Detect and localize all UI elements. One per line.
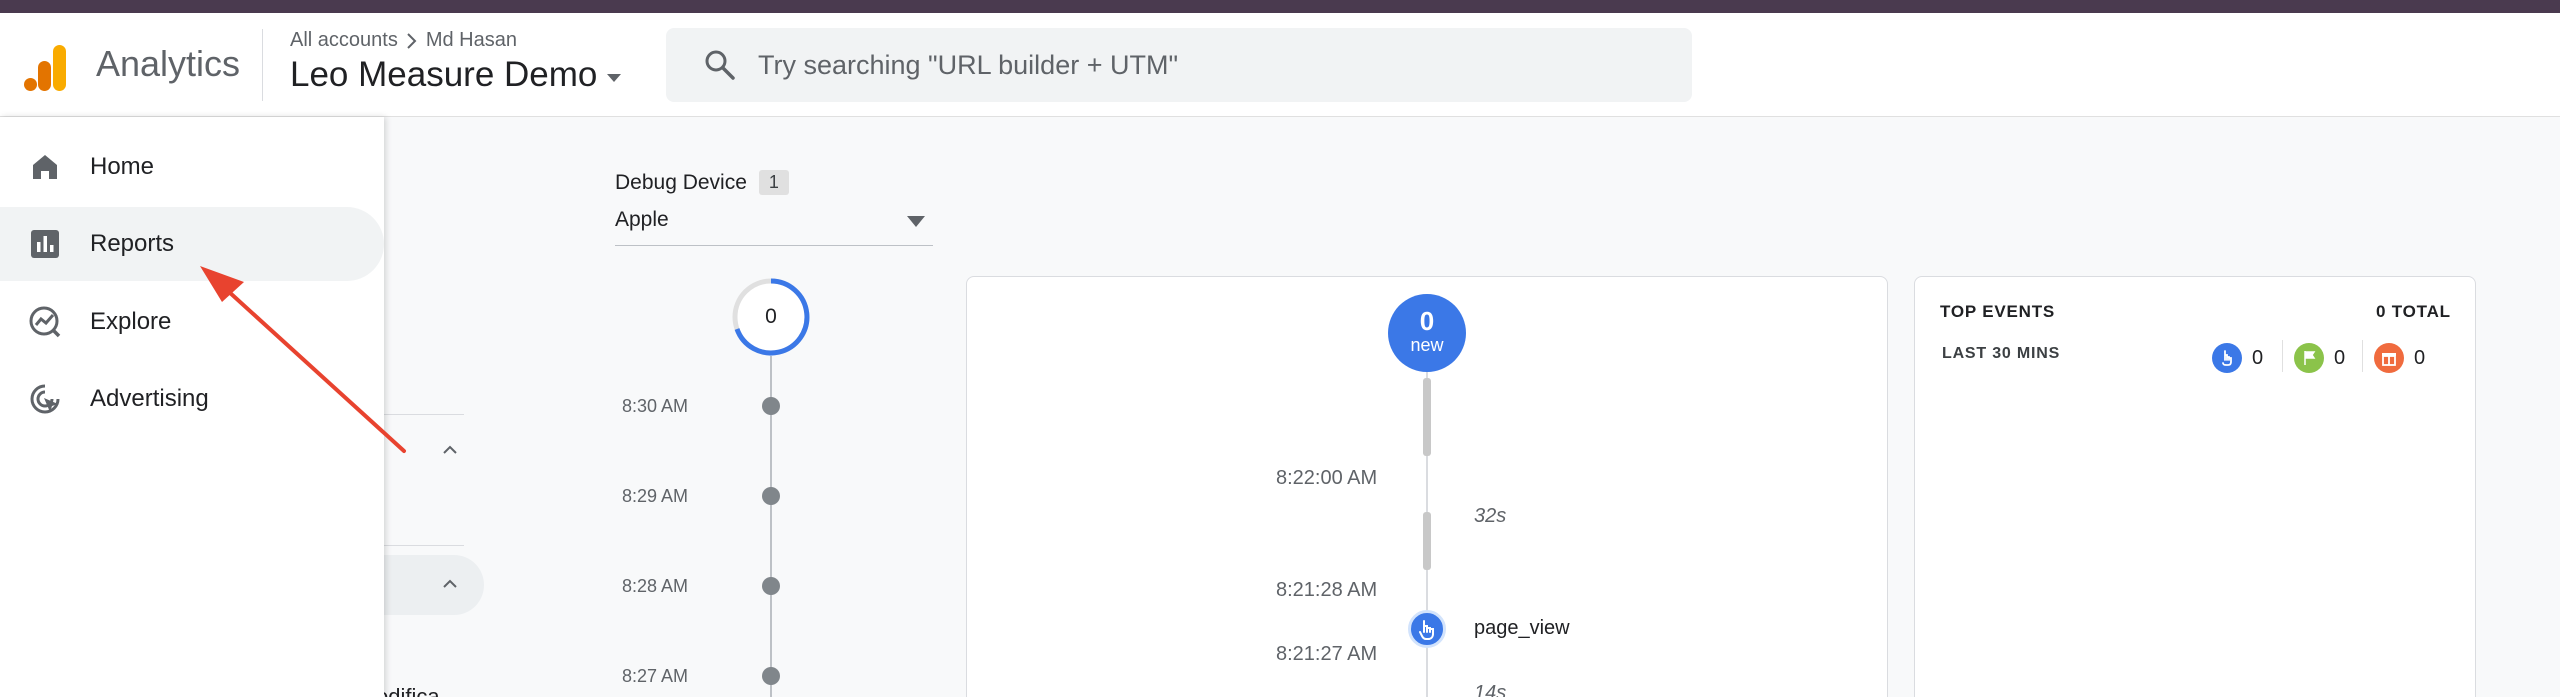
seconds-gap: 32s — [1474, 505, 1507, 527]
truncated-text: odifica — [376, 684, 440, 697]
timeline-segment — [1423, 378, 1431, 456]
sidebar-item-label: Home — [90, 153, 155, 180]
sidebar-item-label: Advertising — [90, 385, 209, 412]
event-count-value: 0 — [2414, 346, 2426, 369]
advertising-icon — [30, 384, 60, 414]
breadcrumb-root[interactable]: All accounts — [290, 29, 398, 52]
section-header-pill[interactable] — [384, 555, 484, 615]
property-selector[interactable]: Leo Measure Demo — [290, 55, 622, 95]
analytics-logo-icon[interactable] — [24, 43, 68, 93]
minute-dot[interactable] — [762, 667, 780, 685]
new-events-bubble[interactable]: 0 new — [1388, 294, 1466, 372]
property-name[interactable]: Leo Measure Demo — [290, 55, 597, 95]
event-count-flag[interactable]: 0 — [2294, 343, 2345, 373]
touch-icon — [1419, 620, 1434, 640]
seconds-timestamp: 8:21:28 AM — [1276, 579, 1378, 601]
chevron-up-icon[interactable] — [440, 574, 460, 594]
side-navigation: Home Reports Explore Advertising — [0, 117, 384, 697]
top-events-card — [1914, 276, 2476, 697]
minute-label: 8:27 AM — [622, 666, 689, 686]
explore-icon — [29, 306, 61, 338]
top-events-title: TOP EVENTS — [1940, 302, 2056, 321]
sidebar-item-advertising[interactable]: Advertising — [0, 362, 384, 436]
sidebar-item-reports[interactable]: Reports — [0, 207, 384, 281]
header: Analytics All accounts Md Hasan Leo Meas… — [0, 13, 2560, 117]
reports-icon — [31, 230, 59, 258]
caret-down-icon[interactable] — [607, 74, 622, 82]
event-count-separator — [2282, 340, 2283, 372]
seconds-gap: 14s — [1474, 682, 1507, 697]
section-divider — [384, 545, 464, 546]
touch-icon — [2212, 343, 2242, 373]
event-count-value: 0 — [2252, 346, 2264, 369]
dropdown-arrow-icon[interactable] — [907, 216, 925, 227]
chevron-up-icon[interactable] — [440, 440, 460, 460]
debug-device-label: Debug Device 1 — [615, 170, 789, 195]
top-strip — [0, 0, 2560, 13]
event-count-touch[interactable]: 0 — [2212, 343, 2263, 373]
seconds-timestamp: 8:21:27 AM — [1276, 643, 1378, 665]
debug-device-text: Debug Device — [615, 170, 747, 194]
minute-dot[interactable] — [762, 487, 780, 505]
seconds-timestamp: 8:22:00 AM — [1276, 467, 1378, 489]
sidebar-item-explore[interactable]: Explore — [0, 285, 384, 359]
search-input[interactable] — [758, 49, 1658, 81]
event-count-separator — [2362, 340, 2363, 372]
debug-device-count: 1 — [758, 170, 789, 195]
timeline-segment — [1423, 512, 1431, 570]
debug-device-value[interactable]: Apple — [615, 208, 669, 232]
page-view-event-icon[interactable] — [1408, 610, 1446, 648]
sidebar-item-home[interactable]: Home — [0, 130, 384, 204]
debug-device-select[interactable]: Apple — [615, 206, 933, 246]
header-divider — [262, 29, 263, 101]
event-count-gift[interactable]: 0 — [2374, 343, 2425, 373]
brand-name: Analytics — [96, 43, 241, 84]
new-events-count: 0 — [1419, 306, 1435, 336]
event-count-value: 0 — [2334, 346, 2346, 369]
top-events-range: LAST 30 MINS — [1942, 345, 2061, 362]
app-root: Analytics All accounts Md Hasan Leo Meas… — [0, 0, 2560, 697]
chevron-right-icon — [407, 32, 417, 49]
minute-dot[interactable] — [762, 577, 780, 595]
minute-dot[interactable] — [762, 397, 780, 415]
breadcrumb-account[interactable]: Md Hasan — [426, 29, 517, 52]
top-events-total: 0 TOTAL — [2376, 302, 2451, 321]
breadcrumb[interactable]: All accounts Md Hasan — [290, 29, 517, 52]
search-icon[interactable] — [702, 47, 738, 83]
minute-label: 8:28 AM — [622, 576, 689, 596]
section-divider — [384, 414, 464, 415]
sidebar-item-label: Explore — [90, 308, 172, 335]
home-icon — [33, 155, 57, 179]
flag-icon — [2294, 343, 2324, 373]
gift-icon — [2374, 343, 2404, 373]
search-bar[interactable] — [666, 28, 1692, 102]
sidebar-item-label: Reports — [90, 230, 175, 257]
minute-label: 8:29 AM — [622, 486, 689, 506]
new-events-label: new — [1410, 335, 1444, 355]
minute-label: 8:30 AM — [622, 396, 689, 416]
minutes-count: 0 — [765, 305, 777, 328]
event-name[interactable]: page_view — [1474, 617, 1570, 640]
